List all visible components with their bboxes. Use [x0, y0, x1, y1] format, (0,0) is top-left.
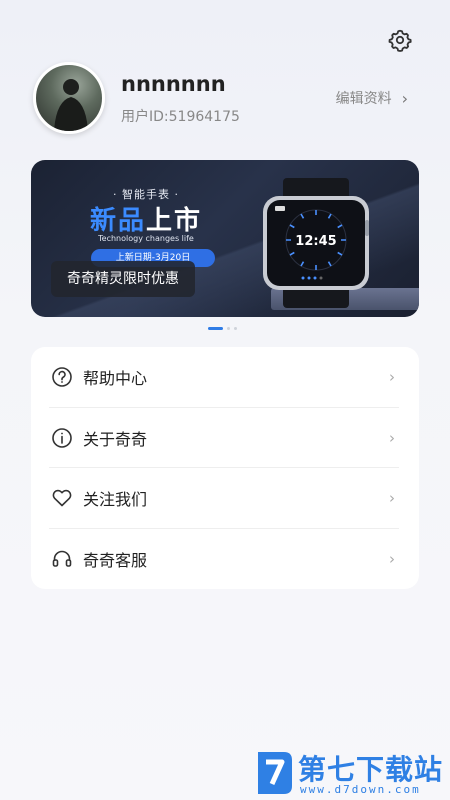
menu-item-help-center[interactable]: 帮助中心 ›	[31, 347, 419, 407]
headset-icon	[52, 550, 72, 567]
carousel-indicator	[208, 327, 237, 330]
banner-promo-caption: 奇奇精灵限时优惠	[51, 261, 195, 297]
username: nnnnnnn	[121, 72, 226, 96]
menu-item-about[interactable]: 关于奇奇 ›	[31, 408, 419, 468]
chevron-right-icon: ›	[389, 429, 395, 447]
watch-time: 12:45	[295, 234, 336, 249]
smartwatch-image: 12:45	[261, 178, 371, 312]
info-circle-icon	[52, 428, 72, 448]
watermark-name: 第七下载站	[298, 753, 444, 786]
user-id: 用户ID:51964175	[121, 109, 240, 125]
watermark: 第七下载站 www.d7down.com	[254, 748, 446, 798]
edit-profile-label: 编辑资料	[335, 91, 392, 107]
menu-item-label: 关于奇奇	[83, 430, 148, 449]
chevron-right-icon: ›	[401, 88, 408, 108]
carousel-dot-active	[208, 327, 223, 330]
menu-item-label: 帮助中心	[83, 369, 148, 388]
chevron-right-icon: ›	[389, 550, 395, 568]
menu-item-follow-us[interactable]: 关注我们 ›	[31, 468, 419, 528]
watermark-url: www.d7down.com	[300, 783, 421, 796]
heart-icon	[52, 489, 72, 507]
banner-title: 新品上市	[31, 200, 261, 237]
banner-english: Technology changes life	[98, 234, 194, 243]
menu-item-customer-service[interactable]: 奇奇客服 ›	[31, 529, 419, 589]
avatar[interactable]	[33, 62, 105, 134]
gear-icon	[388, 29, 412, 52]
edit-profile-button[interactable]: 编辑资料 ›	[336, 88, 408, 108]
banner-title-blue: 新品	[89, 206, 146, 236]
menu-item-label: 奇奇客服	[83, 551, 148, 570]
chevron-right-icon: ›	[389, 489, 395, 507]
chevron-right-icon: ›	[389, 368, 395, 386]
carousel-dot	[234, 327, 237, 330]
watermark-logo-icon	[258, 752, 292, 794]
carousel-dot	[227, 327, 230, 330]
menu-card: 帮助中心 › 关于奇奇 › 关注我们 › 奇奇客服 ›	[31, 347, 419, 589]
promo-banner[interactable]: · 智能手表 · 新品上市 Technology changes life 上新…	[31, 160, 419, 317]
question-circle-icon	[52, 367, 72, 387]
settings-button[interactable]	[386, 26, 414, 54]
menu-item-label: 关注我们	[83, 490, 148, 509]
banner-title-white: 上市	[146, 206, 203, 236]
avatar-image	[54, 79, 88, 131]
